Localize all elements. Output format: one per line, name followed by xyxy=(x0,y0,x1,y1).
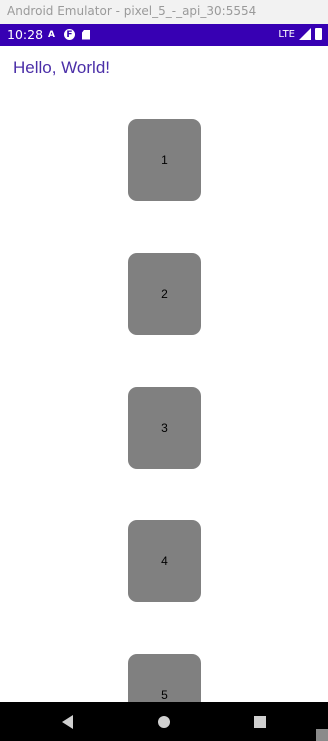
navigation-bar xyxy=(0,702,328,741)
status-bar: 10:28 A F LTE xyxy=(0,24,328,46)
hello-world-text: Hello, World! xyxy=(13,58,110,77)
tile-label: 5 xyxy=(161,688,168,702)
circle-f-icon: F xyxy=(64,29,75,40)
system-status-icons: LTE xyxy=(278,28,322,40)
back-icon[interactable] xyxy=(62,715,73,729)
status-time: 10:28 xyxy=(7,27,44,42)
tile-label: 3 xyxy=(161,421,168,435)
network-type: LTE xyxy=(278,28,295,40)
tile-4[interactable]: 4 xyxy=(128,520,201,602)
signal-icon xyxy=(299,28,311,40)
a-notification-icon: A xyxy=(48,29,55,40)
sd-card-icon xyxy=(82,29,90,40)
emulator-window-title: Android Emulator - pixel_5_-_api_30:5554 xyxy=(0,0,328,24)
tile-2[interactable]: 2 xyxy=(128,253,201,335)
tile-1[interactable]: 1 xyxy=(128,119,201,201)
tile-label: 1 xyxy=(161,153,168,167)
notification-icons: A F xyxy=(46,29,90,40)
tile-label: 4 xyxy=(161,554,168,568)
home-icon[interactable] xyxy=(158,716,170,728)
tile-3[interactable]: 3 xyxy=(128,387,201,469)
battery-icon xyxy=(315,28,322,40)
tile-label: 2 xyxy=(161,287,168,301)
window-resize-grip[interactable] xyxy=(316,729,328,741)
recents-icon[interactable] xyxy=(254,716,266,728)
